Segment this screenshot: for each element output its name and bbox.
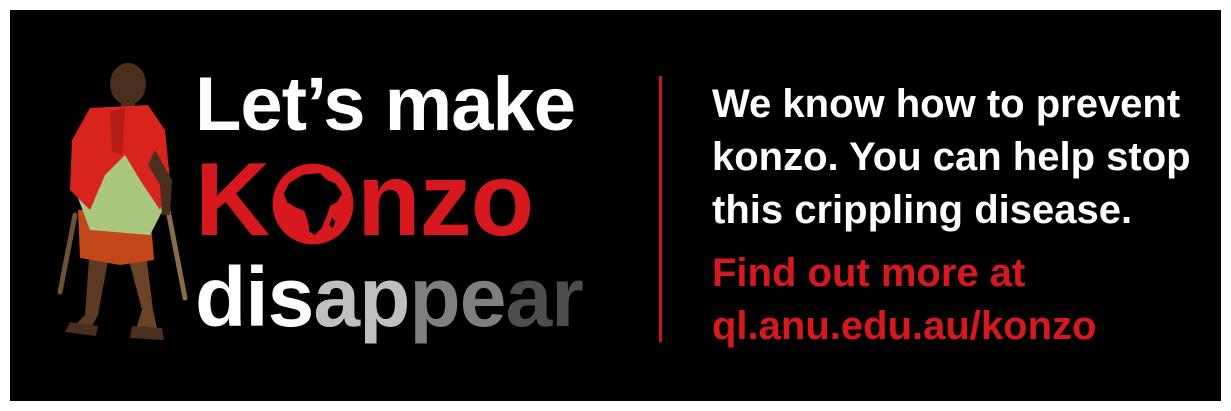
headline-line-3: disappear (195, 252, 615, 342)
headline-nzo: nzo (357, 142, 534, 258)
child-on-crutches-figure (57, 63, 188, 340)
cta-line-1: Find out more at (712, 251, 1026, 295)
headline: Let’s make K nzo disappear (195, 62, 615, 342)
message-line-2: konzo. You can help stop (712, 135, 1191, 179)
headline-segment-dis: dis (195, 250, 314, 344)
headline-segment-ap: ap (313, 250, 410, 344)
message-line-1: We know how to prevent (712, 82, 1181, 126)
message-block: We know how to prevent konzo. You can he… (712, 78, 1212, 353)
message-line-3: this crippling disease. (712, 188, 1133, 232)
headline-line-2: K nzo (195, 148, 615, 252)
headline-segment-pe: pe (409, 250, 506, 344)
headline-line-1: Let’s make (195, 62, 576, 147)
headline-segment-ar: ar (505, 250, 583, 344)
konzo-banner: Let’s make K nzo disappear We know how t… (10, 10, 1221, 401)
headline-k: K (195, 142, 270, 258)
vertical-divider (659, 76, 662, 342)
cta-link[interactable]: ql.anu.edu.au/konzo (712, 300, 1212, 353)
africa-map-icon (272, 163, 354, 245)
